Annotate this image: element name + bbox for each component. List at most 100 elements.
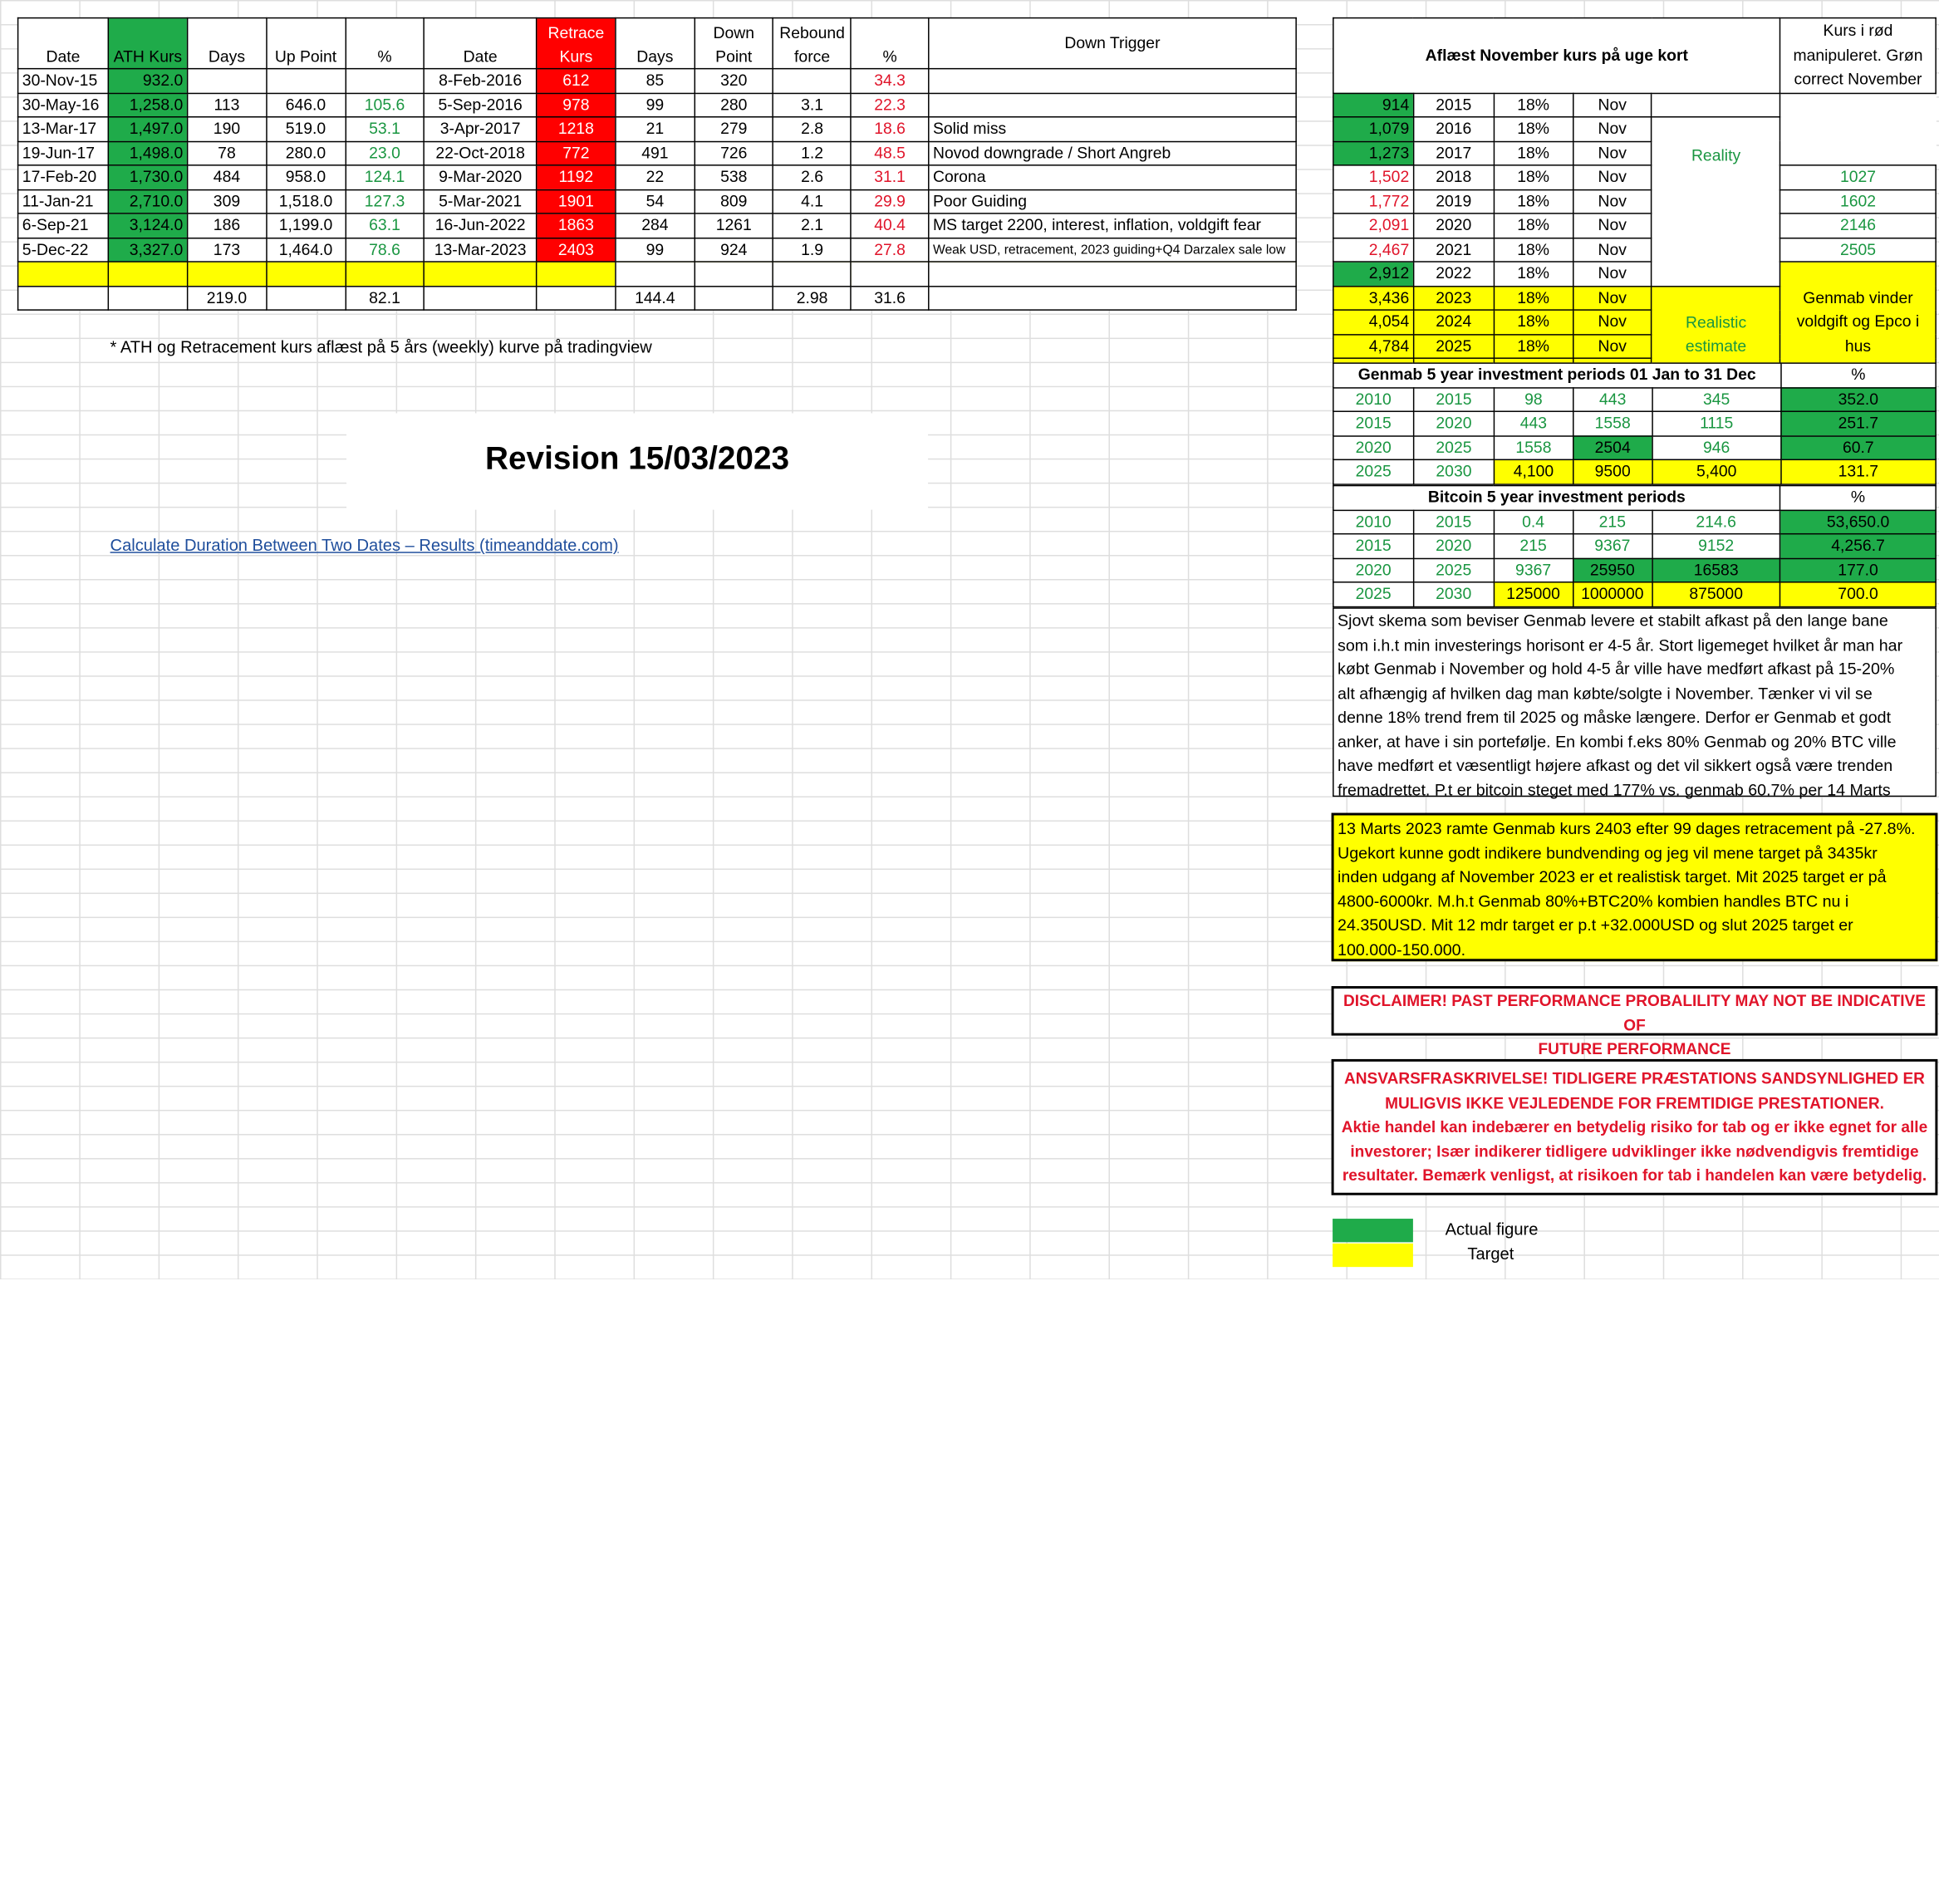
pct-cell[interactable]: 18% [1493,285,1573,311]
days2-cell[interactable]: 284 [615,213,695,238]
start-value-cell[interactable]: 98 [1493,386,1574,412]
header-days2[interactable]: Days [615,17,695,70]
reality-label[interactable]: Reality [1651,116,1781,287]
header-up-point[interactable]: Up Point [265,17,346,70]
retrace-cell[interactable]: 772 [536,140,616,166]
days2-cell[interactable]: 22 [615,164,695,190]
kurs-cell[interactable]: 4,054 [1333,309,1415,335]
header-down-point[interactable]: Down Point [694,17,774,70]
retrace-date-cell[interactable]: 9-Mar-2020 [423,164,538,190]
date-cell[interactable]: 30-May-16 [17,91,109,118]
gain-cell[interactable]: 5,400 [1652,459,1782,485]
rebound-cell[interactable]: 3.1 [772,91,852,118]
gain-cell[interactable]: 345 [1652,386,1782,412]
month-cell[interactable]: Nov [1572,91,1652,118]
days-cell[interactable]: 484 [186,164,268,190]
retrace-cell[interactable]: 1192 [536,164,616,190]
header-date2[interactable]: Date [423,17,538,70]
date-cell[interactable]: 6-Sep-21 [17,213,109,238]
year-cell[interactable]: 2018 [1412,164,1495,190]
days2-cell[interactable]: 99 [615,91,695,118]
from-year-cell[interactable]: 2025 [1333,459,1415,485]
month-cell[interactable]: Nov [1572,309,1652,335]
ath-cell[interactable]: 1,497.0 [107,116,189,142]
year-cell[interactable]: 2024 [1412,309,1495,335]
pct-cell[interactable]: 60.7 [1779,434,1937,461]
gain-cell[interactable]: 1115 [1652,410,1782,436]
retrace-cell[interactable]: 2403 [536,237,616,263]
blank-cell[interactable] [1651,91,1781,118]
kurs-cell[interactable]: 2,091 [1333,213,1415,238]
rebound-cell[interactable] [772,67,852,94]
start-value-cell[interactable]: 9367 [1493,557,1573,583]
rebound-cell[interactable]: 4.1 [772,189,852,214]
timeanddate-link[interactable]: Calculate Duration Between Two Dates – R… [110,536,619,554]
ath-cell[interactable]: 1,258.0 [107,91,189,118]
avg-days2[interactable]: 144.4 [615,285,695,311]
pct2-cell[interactable]: 29.9 [850,189,930,214]
trigger-cell[interactable] [928,67,1297,94]
start-value-cell[interactable]: 0.4 [1493,508,1573,535]
gain-cell[interactable]: 16583 [1651,557,1781,583]
from-year-cell[interactable]: 2010 [1333,508,1415,535]
pct-cell[interactable]: 18% [1493,237,1573,263]
retrace-cell[interactable]: 1863 [536,213,616,238]
pct-cell[interactable]: 18% [1493,164,1573,190]
gain-cell[interactable]: 9152 [1651,532,1781,559]
pct-cell[interactable] [344,67,425,94]
start-value-cell[interactable]: 4,100 [1493,459,1574,485]
pct-cell[interactable]: 23.0 [344,140,425,166]
pct-cell[interactable]: 18% [1493,91,1573,118]
gain-cell[interactable]: 946 [1652,434,1782,461]
kurs-cell[interactable]: 1,772 [1333,189,1415,214]
disclaimer-da[interactable]: ANSVARSFRASKRIVELSE! TIDLIGERE PRÆSTATIO… [1331,1058,1938,1195]
up-point-cell[interactable]: 1,199.0 [265,213,346,238]
up-point-cell[interactable]: 646.0 [265,91,346,118]
to-year-cell[interactable]: 2025 [1412,557,1495,583]
correct-cell[interactable]: 1027 [1779,164,1937,190]
year-cell[interactable]: 2017 [1412,140,1495,166]
ath-cell[interactable]: 1,730.0 [107,164,189,190]
trigger-cell[interactable] [928,91,1297,118]
retrace-cell[interactable]: 1901 [536,189,616,214]
retrace-cell[interactable]: 1218 [536,116,616,142]
kurs-cell[interactable]: 1,079 [1333,116,1415,142]
retrace-date-cell[interactable]: 5-Sep-2016 [423,91,538,118]
date-cell[interactable]: 11-Jan-21 [17,189,109,214]
trigger-cell[interactable]: Weak USD, retracement, 2023 guiding+Q4 D… [928,237,1297,263]
month-cell[interactable]: Nov [1572,140,1652,166]
pct2-cell[interactable]: 34.3 [850,67,930,94]
days-cell[interactable]: 173 [186,237,268,263]
from-year-cell[interactable]: 2020 [1333,557,1415,583]
pct2-cell[interactable]: 31.1 [850,164,930,190]
to-year-cell[interactable]: 2025 [1412,434,1495,461]
pct2-cell[interactable]: 27.8 [850,237,930,263]
date-cell[interactable]: 5-Dec-22 [17,237,109,263]
month-cell[interactable]: Nov [1572,261,1652,287]
end-value-cell[interactable]: 25950 [1572,557,1653,583]
days-cell[interactable]: 78 [186,140,268,166]
kurs-cell[interactable]: 4,784 [1333,333,1415,359]
up-point-cell[interactable] [265,67,346,94]
end-value-cell[interactable]: 1000000 [1572,582,1653,607]
month-cell[interactable]: Nov [1572,285,1652,311]
pct-cell[interactable]: 700.0 [1779,582,1937,607]
ath-cell[interactable]: 3,327.0 [107,237,189,263]
up-point-cell[interactable]: 958.0 [265,164,346,190]
retrace-date-cell[interactable]: 13-Mar-2023 [423,237,538,263]
trigger-cell[interactable]: Corona [928,164,1297,190]
days-cell[interactable] [186,67,268,94]
to-year-cell[interactable]: 2015 [1412,508,1495,535]
pct2-cell[interactable]: 22.3 [850,91,930,118]
down-point-cell[interactable]: 726 [694,140,774,166]
pct-cell[interactable]: 124.1 [344,164,425,190]
retrace-cell[interactable]: 612 [536,67,616,94]
ath-cell[interactable]: 932.0 [107,67,189,94]
pct-cell[interactable]: 127.3 [344,189,425,214]
kurs-cell[interactable]: 914 [1333,91,1415,118]
pct-cell[interactable]: 18% [1493,261,1573,287]
header-date[interactable]: Date [17,17,109,70]
header-ath[interactable]: ATH Kurs [107,17,189,70]
correct-cell[interactable]: 1602 [1779,189,1937,214]
year-cell[interactable]: 2019 [1412,189,1495,214]
